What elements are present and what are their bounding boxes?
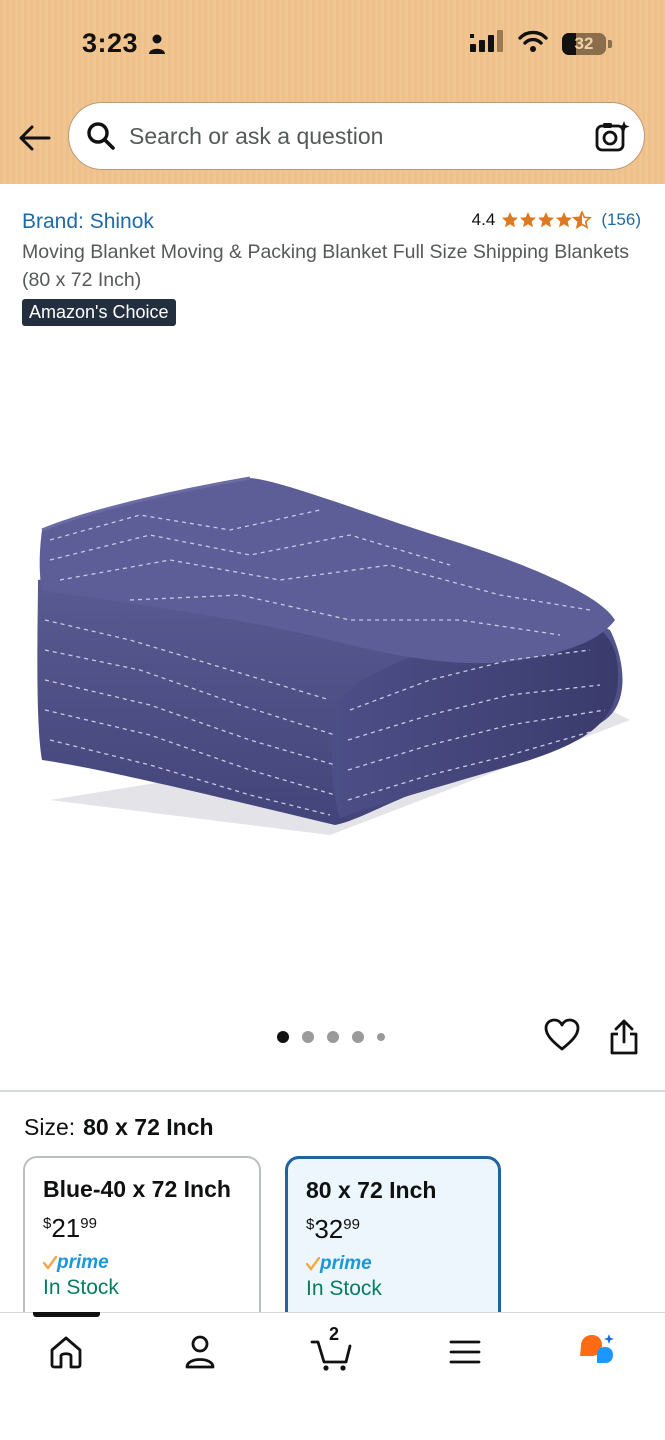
status-time: 3:23	[82, 28, 139, 58]
battery-icon: 32	[562, 32, 606, 55]
option-name: Blue-40 x 72 Inch	[43, 1176, 231, 1202]
brand-link[interactable]: Brand: Shinok	[22, 210, 154, 234]
option-name: 80 x 72 Inch	[306, 1177, 437, 1203]
price-cents: 99	[343, 1216, 360, 1233]
wifi-icon	[518, 30, 548, 57]
prime-label: prime	[320, 1253, 372, 1274]
section-divider	[0, 1090, 665, 1092]
search-bar[interactable]	[68, 102, 645, 170]
account-icon[interactable]	[178, 1330, 222, 1374]
stock-status: In Stock	[306, 1277, 382, 1300]
size-selected-value: 80 x 72 Inch	[83, 1114, 214, 1140]
cellular-signal-icon	[470, 30, 504, 57]
stock-status: In Stock	[43, 1276, 119, 1299]
camera-search-icon[interactable]	[594, 119, 630, 155]
rating-summary[interactable]: 4.4 (156)	[472, 210, 641, 230]
cart-icon[interactable]: 2	[310, 1324, 354, 1374]
prime-badge: prime	[306, 1253, 480, 1275]
nav-active-indicator	[33, 1312, 100, 1317]
status-icons: 32	[470, 30, 612, 57]
size-option-80x72-selected[interactable]: 80 x 72 Inch $32 99 prime In Stock	[285, 1156, 501, 1336]
prime-check-icon	[43, 1256, 57, 1270]
size-label: Size:	[24, 1114, 76, 1140]
person-icon	[148, 34, 166, 59]
search-icon	[85, 120, 117, 152]
battery-level: 32	[574, 33, 594, 53]
carousel-dot[interactable]	[327, 1031, 339, 1043]
carousel-dot[interactable]	[352, 1031, 364, 1043]
carousel-dot[interactable]	[302, 1031, 314, 1043]
carousel-dot[interactable]	[377, 1033, 385, 1041]
price-whole: 32	[314, 1214, 344, 1244]
share-icon[interactable]	[607, 1018, 641, 1056]
back-arrow-icon[interactable]	[16, 120, 54, 156]
rating-count[interactable]: (156)	[601, 210, 641, 230]
rufus-assistant-icon[interactable]	[574, 1330, 618, 1374]
search-input[interactable]	[129, 122, 569, 150]
prime-check-icon	[306, 1257, 320, 1271]
battery-tip	[608, 39, 612, 48]
star-rating-icon	[501, 211, 593, 229]
product-title: Moving Blanket Moving & Packing Blanket …	[22, 241, 629, 291]
option-price: $21 99	[43, 1213, 241, 1244]
size-selector-label: Size: 80 x 72 Inch	[24, 1114, 214, 1141]
prime-label: prime	[57, 1252, 109, 1273]
size-option-blue-40x72[interactable]: Blue-40 x 72 Inch $21 99 prime In Stock	[23, 1156, 261, 1336]
price-cents: 99	[80, 1215, 97, 1232]
image-carousel-dots[interactable]	[277, 1031, 385, 1043]
carousel-dot-active[interactable]	[277, 1031, 289, 1043]
prime-badge: prime	[43, 1252, 241, 1274]
rating-score: 4.4	[471, 210, 496, 229]
amazons-choice-badge: Amazon's Choice	[22, 299, 176, 326]
menu-icon[interactable]	[443, 1330, 487, 1374]
price-whole: 21	[51, 1213, 81, 1243]
price-currency: $	[306, 1216, 315, 1233]
option-price: $32 99	[306, 1214, 480, 1245]
home-icon[interactable]	[44, 1330, 88, 1374]
price-currency: $	[43, 1215, 52, 1232]
cart-count: 2	[328, 1324, 339, 1344]
heart-icon[interactable]	[544, 1018, 580, 1054]
product-image-blanket[interactable]	[30, 470, 635, 850]
